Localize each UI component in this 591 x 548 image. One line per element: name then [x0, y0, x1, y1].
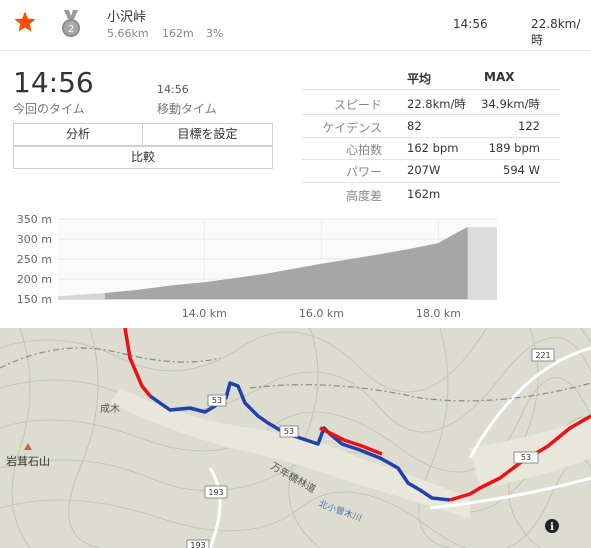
info-icon-glyph: i [550, 522, 554, 533]
medal-rank: 2 [68, 24, 74, 35]
chart-x-tick-label: 18.0 km [416, 307, 461, 320]
elapsed-time-label: 今回のタイム [13, 102, 85, 116]
map-label-road-53b: 53 [284, 427, 294, 436]
stat-max-cadence: 122 [518, 119, 540, 133]
map-label-road-193a: 193 [208, 488, 223, 497]
stat-max-heartrate: 189 bpm [488, 141, 540, 155]
stat-avg-heartrate: 162 bpm [407, 141, 459, 155]
map-label-road-53: 53 [212, 396, 222, 405]
divider [302, 89, 560, 90]
set-goal-button[interactable]: 目標を設定 [143, 124, 272, 145]
chart-y-tick-label: 300 m [17, 233, 52, 246]
divider [302, 137, 560, 138]
analysis-button[interactable]: 分析 [14, 124, 142, 145]
stat-label-speed: スピード [333, 98, 382, 112]
moving-time-label: 移動タイム [157, 102, 217, 116]
stat-max-power: 594 W [503, 163, 540, 177]
divider [302, 114, 560, 115]
segment-name[interactable]: 小沢峠 [107, 6, 146, 25]
segment-elevation: 162m [162, 27, 194, 40]
chart-x-ticks: 14.0 km 16.0 km 18.0 km [182, 307, 461, 320]
stat-avg-speed: 22.8km/時 [407, 97, 466, 111]
stat-avg-elevation: 162m [407, 187, 441, 201]
map-label-road-221: 221 [535, 351, 550, 360]
segment-header: 2 小沢峠 5.66km 162m 3% 14:56 22.8km/時 [0, 0, 591, 51]
header-time: 14:56 [453, 17, 488, 31]
chart-y-ticks: 350 m 300 m 250 m 200 m 150 m [17, 213, 52, 306]
chart-x-tick-label: 14.0 km [182, 307, 227, 320]
map-label-place: 成木 [100, 403, 120, 415]
divider [302, 159, 560, 160]
map-label-road-193b: 193 [190, 541, 205, 548]
chart-x-tick-label: 16.0 km [299, 307, 344, 320]
chart-y-tick-label: 350 m [17, 213, 52, 226]
chart-y-tick-label: 200 m [17, 273, 52, 286]
chart-area-post [467, 227, 497, 299]
stat-label-power: パワー [345, 165, 382, 179]
map-label-mountain: 岩茸石山 [6, 454, 50, 468]
route-map[interactable]: 岩茸石山 成木 万年橋林道 北小曽木川 193 193 221 53 53 53… [0, 328, 591, 548]
star-icon[interactable] [13, 10, 37, 34]
header-speed: 22.8km/時 [531, 17, 581, 47]
map-label-road-53c: 53 [521, 453, 531, 462]
moving-time-value: 14:56 [157, 83, 189, 96]
stat-label-elevation: 高度差 [345, 189, 382, 203]
stat-max-speed: 34.9km/時 [481, 97, 540, 111]
elapsed-time-value: 14:56 [13, 66, 94, 99]
chart-y-tick-label: 150 m [17, 293, 52, 306]
elevation-chart[interactable]: 350 m 300 m 250 m 200 m 150 m 14.0 km 16.0 km… [0, 208, 591, 320]
chart-y-tick-label: 250 m [17, 253, 52, 266]
info-icon[interactable]: i [545, 519, 559, 533]
stat-avg-power: 207W [407, 163, 441, 177]
stat-avg-cadence: 82 [407, 119, 422, 133]
segment-grade: 3% [206, 27, 224, 40]
action-button-row: 分析 目標を設定 [13, 123, 273, 146]
divider [302, 182, 560, 183]
stat-label-heartrate: 心拍数 [345, 143, 382, 157]
compare-button[interactable]: 比較 [13, 146, 273, 169]
segment-distance: 5.66km [107, 27, 149, 40]
stat-label-cadence: ケイデンス [322, 121, 382, 135]
stats-header-avg: 平均 [407, 72, 432, 86]
stats-header-max: MAX [484, 70, 515, 84]
medal-icon: 2 [62, 10, 80, 37]
